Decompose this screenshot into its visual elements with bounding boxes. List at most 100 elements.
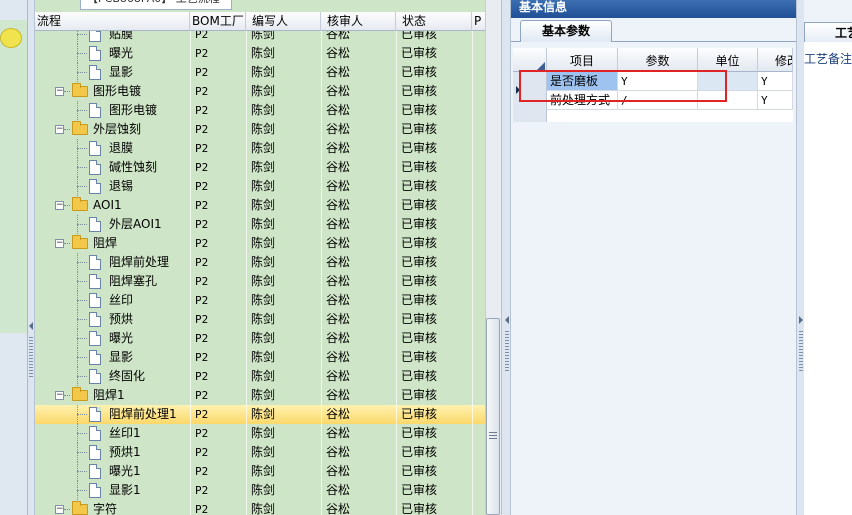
tree-row[interactable]: 显影1 P2 陈剑 谷松 已审核: [35, 481, 485, 500]
tree-node-label[interactable]: 外层蚀刻: [93, 120, 141, 139]
tree-row[interactable]: − 阻焊 P2 陈剑 谷松 已审核: [35, 234, 485, 253]
tree-row[interactable]: 丝印1 P2 陈剑 谷松 已审核: [35, 424, 485, 443]
left-splitter[interactable]: [28, 0, 35, 515]
tree-node-label[interactable]: 图形电镀: [109, 101, 157, 120]
tree-node-label[interactable]: 曝光1: [109, 462, 141, 481]
col-extra-header[interactable]: P: [472, 12, 485, 31]
writer-cell: 陈剑: [251, 236, 276, 250]
column-separator: [472, 31, 473, 515]
tree-node-label[interactable]: 阻焊前处理: [109, 253, 169, 272]
tree-line: [77, 357, 87, 358]
middle-splitter[interactable]: [501, 0, 511, 515]
writer-cell: 陈剑: [251, 274, 276, 288]
col-param-header[interactable]: 参数: [618, 48, 698, 72]
col-modify-header[interactable]: 修改: [758, 48, 793, 72]
tree-row[interactable]: 碱性蚀刻 P2 陈剑 谷松 已审核: [35, 158, 485, 177]
writer-cell: 陈剑: [251, 445, 276, 459]
tree-node-label[interactable]: 显影: [109, 63, 133, 82]
tree-row[interactable]: − 外层蚀刻 P2 陈剑 谷松 已审核: [35, 120, 485, 139]
tree-row[interactable]: 阻焊前处理1 P2 陈剑 谷松 已审核: [35, 405, 485, 424]
tree-row[interactable]: 外层AOI1 P2 陈剑 谷松 已审核: [35, 215, 485, 234]
col-bom-header[interactable]: BOM工厂: [190, 12, 246, 31]
col-reviewer-header[interactable]: 核审人: [321, 12, 396, 31]
tree-row[interactable]: − 字符 P2 陈剑 谷松 已审核: [35, 500, 485, 515]
tree-row[interactable]: 阻焊塞孔 P2 陈剑 谷松 已审核: [35, 272, 485, 291]
tree-row[interactable]: 退膜 P2 陈剑 谷松 已审核: [35, 139, 485, 158]
tree-node-label[interactable]: 丝印: [109, 291, 133, 310]
param-modify-cell[interactable]: Y: [758, 72, 793, 91]
tree-node-label[interactable]: 图形电镀: [93, 82, 141, 101]
folder-icon: [72, 387, 88, 401]
collapse-right-icon[interactable]: [799, 316, 803, 324]
tree-node-label[interactable]: 字符: [93, 500, 117, 515]
collapse-toggle-icon[interactable]: −: [55, 239, 64, 248]
tree-node-label[interactable]: 终固化: [109, 367, 145, 386]
collapse-toggle-icon[interactable]: −: [55, 87, 64, 96]
tree-row[interactable]: − 阻焊1 P2 陈剑 谷松 已审核: [35, 386, 485, 405]
param-modify-cell[interactable]: Y: [758, 91, 793, 110]
tree-node-label[interactable]: 阻焊塞孔: [109, 272, 157, 291]
tree-row[interactable]: 显影 P2 陈剑 谷松 已审核: [35, 348, 485, 367]
collapse-toggle-icon[interactable]: −: [55, 505, 64, 514]
collapse-tree-icon[interactable]: [505, 316, 509, 324]
document-icon: [89, 293, 101, 308]
tree-row[interactable]: 预烘 P2 陈剑 谷松 已审核: [35, 310, 485, 329]
tree-node-label[interactable]: 外层AOI1: [109, 215, 162, 234]
bom-cell: P2: [195, 85, 209, 98]
tree-row[interactable]: 阻焊前处理 P2 陈剑 谷松 已审核: [35, 253, 485, 272]
tab-process[interactable]: 工艺: [804, 22, 852, 42]
tree-node-label[interactable]: 显影: [109, 348, 133, 367]
document-icon: [89, 369, 101, 384]
comment-bubble-icon[interactable]: [0, 28, 22, 48]
col-flow-header[interactable]: 流程: [35, 12, 190, 31]
collapse-left-icon[interactable]: [29, 322, 33, 330]
status-cell: 已审核: [401, 198, 438, 212]
tree-row[interactable]: − AOI1 P2 陈剑 谷松 已审核: [35, 196, 485, 215]
tree-row[interactable]: 曝光 P2 陈剑 谷松 已审核: [35, 44, 485, 63]
tree-row[interactable]: 显影 P2 陈剑 谷松 已审核: [35, 63, 485, 82]
tree-row[interactable]: 终固化 P2 陈剑 谷松 已审核: [35, 367, 485, 386]
tree-row[interactable]: 曝光 P2 陈剑 谷松 已审核: [35, 329, 485, 348]
reviewer-cell: 谷松: [326, 426, 351, 440]
col-status-header[interactable]: 状态: [396, 12, 472, 31]
tree-node-label[interactable]: 阻焊: [93, 234, 117, 253]
tree-row[interactable]: 退锡 P2 陈剑 谷松 已审核: [35, 177, 485, 196]
writer-cell: 陈剑: [251, 141, 276, 155]
tree-line: [64, 395, 70, 396]
tree-top-tab[interactable]: 【PCB868PA0】 工艺流程: [80, 0, 232, 10]
col-writer-header[interactable]: 编写人: [246, 12, 321, 31]
tree-row[interactable]: 图形电镀 P2 陈剑 谷松 已审核: [35, 101, 485, 120]
status-cell: 已审核: [401, 274, 438, 288]
tree-node-label[interactable]: 预烘1: [109, 443, 141, 462]
tree-row[interactable]: 丝印 P2 陈剑 谷松 已审核: [35, 291, 485, 310]
tree-scrollbar-thumb[interactable]: [486, 318, 500, 515]
tree-line: [64, 91, 70, 92]
col-unit-header[interactable]: 单位: [698, 48, 758, 72]
writer-cell: 陈剑: [251, 426, 276, 440]
tree-row[interactable]: 曝光1 P2 陈剑 谷松 已审核: [35, 462, 485, 481]
collapse-toggle-icon[interactable]: −: [55, 125, 64, 134]
right-splitter[interactable]: [796, 0, 804, 515]
col-item-header[interactable]: 项目: [547, 48, 618, 72]
tree-node-label[interactable]: 阻焊1: [93, 386, 125, 405]
tree-row[interactable]: − 图形电镀 P2 陈剑 谷松 已审核: [35, 82, 485, 101]
tree-node-label[interactable]: 退膜: [109, 139, 133, 158]
tree-node-label[interactable]: 曝光: [109, 329, 133, 348]
folder-icon: [72, 501, 88, 515]
document-icon: [89, 312, 101, 327]
status-cell: 已审核: [401, 502, 438, 515]
tree-node-label[interactable]: 显影1: [109, 481, 141, 500]
collapse-toggle-icon[interactable]: −: [55, 201, 64, 210]
tree-node-label[interactable]: 碱性蚀刻: [109, 158, 157, 177]
bom-cell: P2: [195, 180, 209, 193]
tree-node-label[interactable]: 曝光: [109, 44, 133, 63]
tree-node-label[interactable]: AOI1: [93, 196, 122, 215]
tab-basic-params[interactable]: 基本参数: [520, 20, 612, 42]
collapse-toggle-icon[interactable]: −: [55, 391, 64, 400]
tree-node-label[interactable]: 丝印1: [109, 424, 141, 443]
tree-node-label[interactable]: 阻焊前处理1: [109, 405, 177, 424]
reviewer-cell: 谷松: [326, 141, 351, 155]
tree-node-label[interactable]: 预烘: [109, 310, 133, 329]
tree-node-label[interactable]: 退锡: [109, 177, 133, 196]
tree-row[interactable]: 预烘1 P2 陈剑 谷松 已审核: [35, 443, 485, 462]
